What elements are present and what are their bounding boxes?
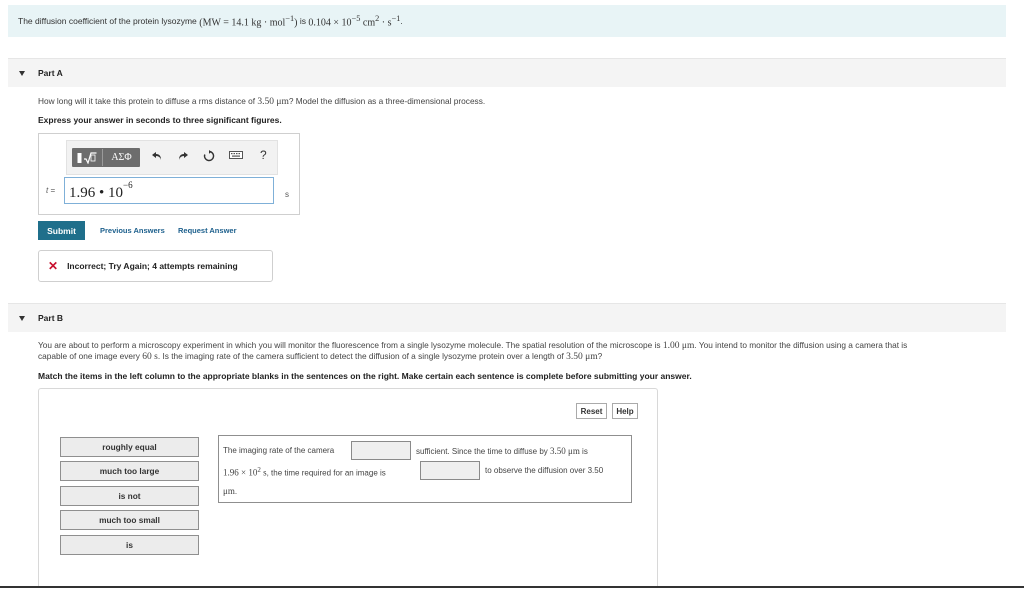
fraction-sqrt-icon (77, 151, 97, 164)
answer-mantissa: 1.96 • 10 (69, 185, 124, 201)
option-is-not[interactable]: is not (60, 486, 199, 506)
answer-editor: ΑΣΦ ? t = 1.96 • 10−6 s (38, 133, 300, 215)
part-b-instruction: Match the items in the left column to th… (38, 371, 692, 381)
templates-button[interactable] (72, 149, 103, 166)
intro-text-a: The diffusion coefficient of the protein… (18, 16, 197, 26)
sentence-part-3: 1.96 × 102 s, the time required for an i… (223, 466, 386, 478)
question-a-text: How long will it take this protein to di… (38, 96, 258, 106)
part-b-question-line2: capable of one image every 60 s. Is the … (38, 351, 602, 362)
q2-text-a: capable of one image every (38, 351, 143, 361)
question-distance: 3.50 μm (257, 97, 289, 107)
feedback-box: ✕ Incorrect; Try Again; 4 attempts remai… (38, 250, 273, 282)
s5-math: μm (223, 486, 235, 496)
d-unit: cm (360, 17, 376, 29)
mw-exponent: −1 (285, 13, 295, 23)
reset-button[interactable]: Reset (576, 403, 607, 419)
intro-text-c: . (400, 16, 403, 26)
sentence-part-5: μm. (223, 486, 237, 496)
q1-text-b: . You intend to monitor the diffusion us… (694, 340, 908, 350)
collapse-caret-icon[interactable] (19, 70, 25, 76)
page-bottom-border (0, 586, 1024, 588)
sentence-box: The imaging rate of the camera sufficien… (218, 435, 632, 503)
mw-value: (MW = 14.1 kg · mol (199, 17, 286, 29)
previous-answers-link[interactable]: Previous Answers (100, 226, 165, 235)
s5-end: . (234, 487, 238, 496)
template-button-group: ΑΣΦ (72, 148, 140, 167)
d-value: 0.104 × 10 (308, 17, 352, 29)
s2-text: sufficient. Since the time to diffuse by (416, 447, 550, 456)
sentence-part-1: The imaging rate of the camera (223, 446, 335, 455)
part-a-title: Part A (38, 68, 63, 78)
help-button[interactable]: Help (612, 403, 638, 419)
feedback-text: Incorrect; Try Again; 4 attempts remaini… (67, 261, 238, 271)
collapse-caret-icon[interactable] (19, 315, 25, 321)
incorrect-x-icon: ✕ (48, 259, 59, 273)
molecular-weight: (MW = 14.1 kg · mol−1) (197, 13, 297, 29)
q1-text-a: You are about to perform a microscopy ex… (38, 340, 663, 350)
answer-exponent: −6 (123, 180, 133, 190)
matching-panel: Reset Help roughly equal much too large … (38, 388, 658, 587)
sentence-part-4: to observe the diffusion over 3.50 (485, 466, 604, 475)
intro-text-b: is (297, 16, 309, 26)
d-unit-b: · s (379, 17, 392, 29)
d-unit-b-exponent: −1 (391, 13, 401, 23)
part-a-header[interactable]: Part A (8, 58, 1006, 87)
part-b-question-line1: You are about to perform a microscopy ex… (38, 340, 998, 351)
interval-value: 60 s (142, 352, 158, 362)
drop-blank-2[interactable] (420, 461, 480, 480)
q2-text-b: . Is the imaging rate of the camera suff… (157, 351, 567, 361)
problem-intro: The diffusion coefficient of the protein… (8, 5, 1006, 37)
s3-math: 1.96 × 10 (223, 467, 258, 478)
option-much-too-small[interactable]: much too small (60, 510, 199, 530)
submit-button[interactable]: Submit (38, 221, 85, 240)
undo-icon[interactable] (151, 150, 163, 164)
part-b-header[interactable]: Part B (8, 303, 1006, 332)
part-b-title: Part B (38, 313, 64, 323)
option-roughly-equal[interactable]: roughly equal (60, 437, 199, 457)
s2-math: 3.50 μm (550, 446, 580, 456)
greek-symbols-button[interactable]: ΑΣΦ (103, 149, 140, 166)
option-much-too-large[interactable]: much too large (60, 461, 199, 481)
drop-blank-1[interactable] (351, 441, 411, 460)
reset-icon[interactable] (203, 150, 215, 164)
diffusion-coefficient: 0.104 × 10−5 cm2 · s−1 (308, 14, 400, 28)
keyboard-icon[interactable] (229, 150, 243, 162)
resolution-value: 1.00 μm (662, 341, 695, 351)
help-icon[interactable]: ? (260, 149, 267, 161)
answer-variable-label: t = (46, 186, 55, 195)
answer-unit: s (285, 190, 289, 199)
q2-text-c: ? (597, 351, 603, 361)
sentence-part-2: sufficient. Since the time to diffuse by… (416, 446, 588, 456)
math-toolbar: ΑΣΦ ? (66, 140, 278, 175)
equals-sign: = (48, 186, 56, 195)
part-a-instruction: Express your answer in seconds to three … (38, 115, 282, 125)
part-a-question: How long will it take this protein to di… (38, 96, 485, 107)
length-value: 3.50 μm (566, 352, 598, 362)
redo-icon[interactable] (177, 150, 189, 164)
option-is[interactable]: is (60, 535, 199, 555)
s2-end: is (579, 447, 588, 456)
answer-input[interactable]: 1.96 • 10−6 (64, 177, 274, 204)
question-b-text: ? Model the diffusion as a three-dimensi… (288, 96, 486, 106)
request-answer-link[interactable]: Request Answer (178, 226, 237, 235)
s3-text: , the time required for an image is (266, 468, 386, 478)
